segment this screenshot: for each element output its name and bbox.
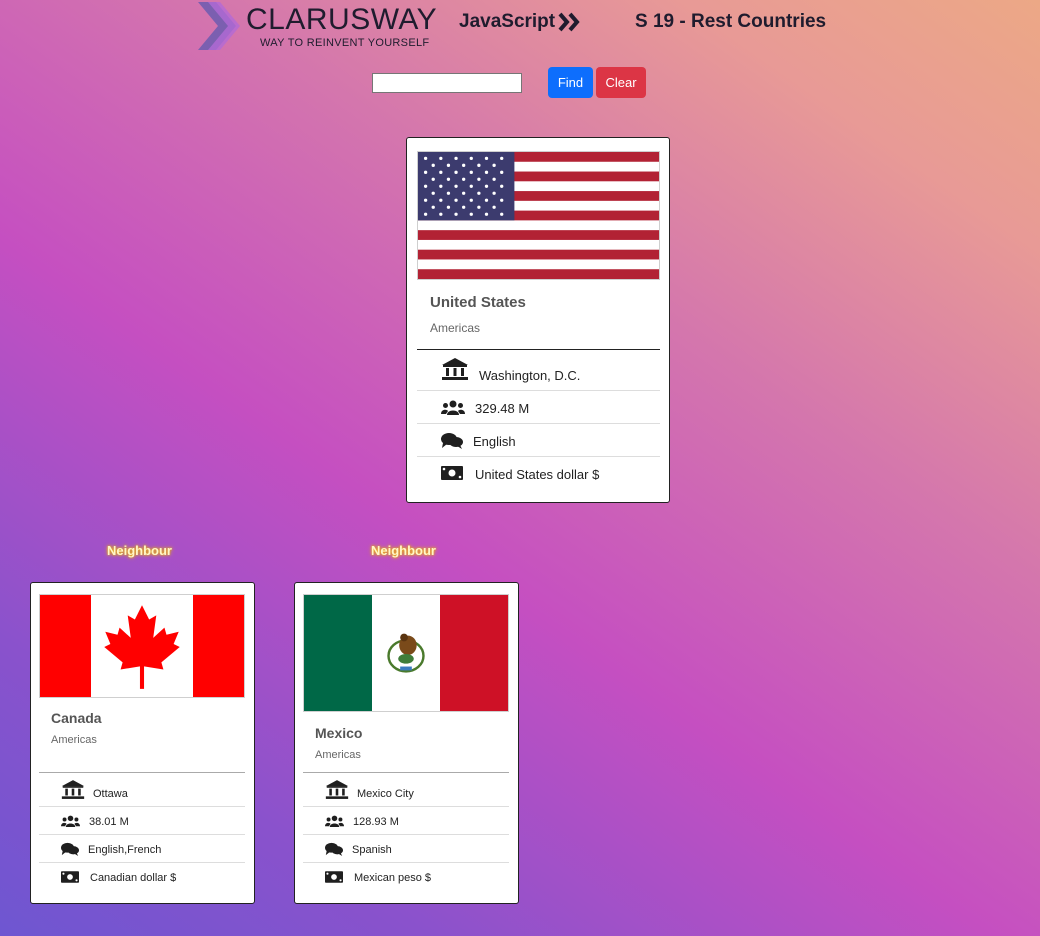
canada-flag-image bbox=[39, 594, 245, 698]
mexico-flag-image bbox=[303, 594, 509, 712]
country-name: Mexico bbox=[315, 725, 363, 741]
country-card-main: United States Americas Washington, D.C. … bbox=[406, 137, 670, 503]
currency-row: United States dollar $ bbox=[417, 457, 660, 490]
page-header: CLARUSWAY WAY TO REINVENT YOURSELF JavaS… bbox=[0, 0, 1040, 56]
currency-row: Canadian dollar $ bbox=[39, 863, 245, 891]
money-bill-icon bbox=[441, 466, 463, 480]
population-text: 38.01 M bbox=[89, 816, 129, 828]
capital-row: Mexico City bbox=[303, 775, 509, 807]
population-text: 329.48 M bbox=[475, 401, 530, 416]
comments-icon bbox=[61, 842, 79, 856]
population-text: 128.93 M bbox=[353, 816, 399, 828]
neighbour-label: Neighbour bbox=[107, 543, 172, 558]
country-name: Canada bbox=[51, 710, 102, 726]
population-row: 128.93 M bbox=[303, 807, 509, 835]
currency-text: Canadian dollar $ bbox=[90, 872, 177, 884]
users-icon bbox=[325, 815, 344, 828]
languages-text: Spanish bbox=[352, 844, 392, 856]
country-search-input[interactable] bbox=[372, 73, 522, 93]
country-name: United States bbox=[430, 294, 526, 311]
clarusway-logo: CLARUSWAY WAY TO REINVENT YOURSELF bbox=[196, 0, 446, 52]
country-card-neighbour: Mexico Americas Mexico City 128.93 M Spa… bbox=[294, 582, 519, 904]
languages-row: English,French bbox=[39, 835, 245, 863]
logo-chevron-icon bbox=[198, 2, 240, 50]
languages-text: English bbox=[473, 434, 516, 449]
users-icon bbox=[61, 815, 80, 828]
country-card-neighbour: Canada Americas Ottawa 38.01 M English,F… bbox=[30, 582, 255, 904]
clear-button[interactable]: Clear bbox=[596, 67, 646, 98]
money-bill-icon bbox=[325, 871, 343, 883]
country-region: Americas bbox=[51, 734, 97, 746]
usa-flag-image bbox=[417, 151, 660, 280]
course-title: JavaScript bbox=[459, 11, 556, 32]
logo-tagline: WAY TO REINVENT YOURSELF bbox=[260, 37, 430, 49]
currency-text: United States dollar $ bbox=[475, 467, 600, 482]
population-row: 329.48 M bbox=[417, 391, 660, 424]
card-divider bbox=[417, 349, 660, 350]
currency-text: Mexican peso $ bbox=[354, 872, 432, 884]
neighbour-label: Neighbour bbox=[371, 543, 436, 558]
landmark-icon bbox=[325, 780, 349, 799]
languages-text: English,French bbox=[88, 844, 162, 856]
session-title: S 19 - Rest Countries bbox=[635, 11, 827, 32]
money-bill-icon bbox=[61, 871, 79, 883]
country-region: Americas bbox=[430, 321, 481, 335]
country-region: Americas bbox=[315, 749, 361, 761]
languages-row: Spanish bbox=[303, 835, 509, 863]
currency-row: Mexican peso $ bbox=[303, 863, 509, 891]
capital-text: Washington, D.C. bbox=[479, 368, 581, 383]
find-button[interactable]: Find bbox=[548, 67, 593, 98]
capital-text: Ottawa bbox=[93, 788, 128, 800]
comments-icon bbox=[441, 433, 463, 449]
population-row: 38.01 M bbox=[39, 807, 245, 835]
landmark-icon bbox=[442, 358, 468, 380]
comments-icon bbox=[325, 842, 343, 856]
double-chevron-right-icon bbox=[558, 12, 580, 32]
card-divider bbox=[39, 772, 245, 773]
capital-text: Mexico City bbox=[357, 788, 414, 800]
capital-row: Washington, D.C. bbox=[417, 353, 660, 391]
capital-row: Ottawa bbox=[39, 775, 245, 807]
card-divider bbox=[303, 772, 509, 773]
users-icon bbox=[441, 400, 465, 415]
logo-text: CLARUSWAY bbox=[246, 3, 438, 36]
landmark-icon bbox=[61, 780, 85, 799]
languages-row: English bbox=[417, 424, 660, 457]
